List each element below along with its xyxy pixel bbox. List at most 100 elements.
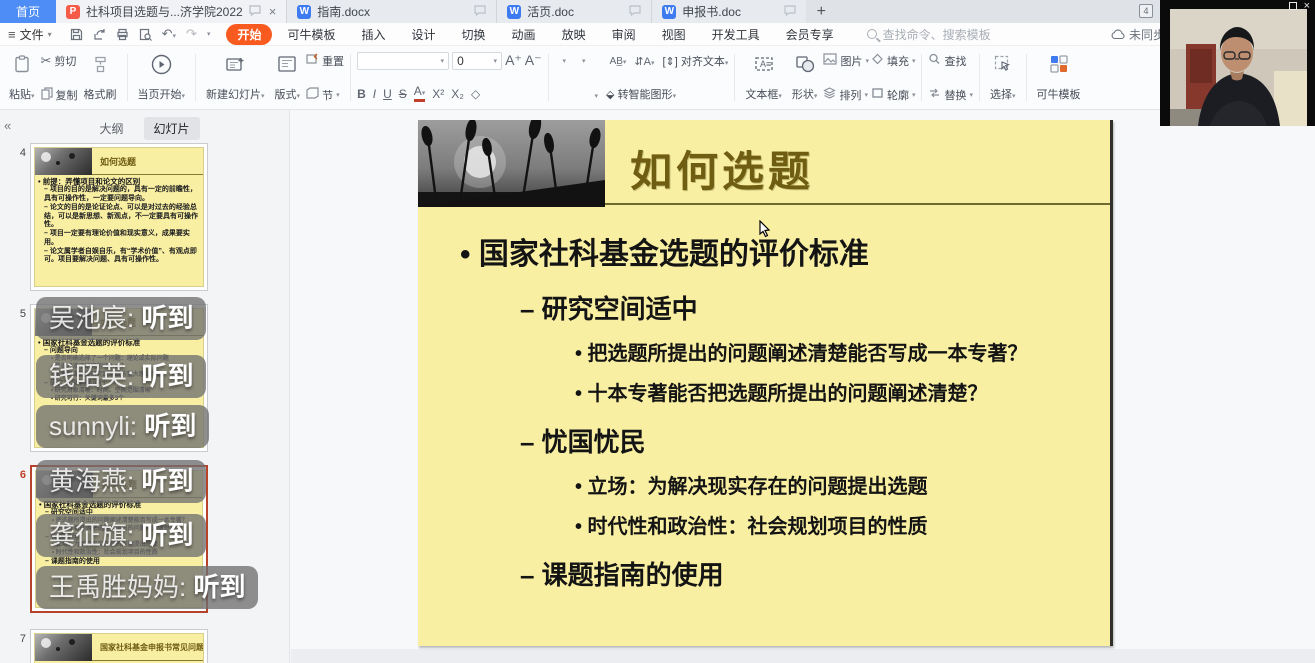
- italic-button[interactable]: I: [373, 87, 376, 101]
- subscript-button[interactable]: X₂: [451, 87, 464, 101]
- export-icon[interactable]: [93, 28, 106, 41]
- select-group: 选择▾: [983, 50, 1023, 105]
- file-menu[interactable]: ≡ 文件 ▾: [0, 26, 60, 43]
- cut-button[interactable]: ✂剪切: [41, 52, 78, 69]
- slide-bullet: • 立场：为解决现实存在的问题提出选题: [575, 470, 1110, 499]
- find-icon: [928, 53, 941, 68]
- menu-item-审阅[interactable]: 审阅: [601, 24, 647, 45]
- menu-item-动画[interactable]: 动画: [501, 24, 547, 45]
- menu-item-放映[interactable]: 放映: [551, 24, 597, 45]
- text-direction-icon[interactable]: AB̲▾: [610, 56, 627, 67]
- shapes-button[interactable]: 形状▾: [788, 50, 822, 105]
- menu-item-插入[interactable]: 插入: [351, 24, 397, 45]
- tab-home[interactable]: 首页: [0, 0, 56, 23]
- comment-icon[interactable]: [474, 5, 486, 19]
- bold-button[interactable]: B: [357, 87, 366, 101]
- scissors-icon: ✂: [41, 53, 52, 69]
- thumbnail-wheat-photo: [35, 148, 92, 175]
- tab-doc-shenbaoshu[interactable]: W 申报书.doc: [651, 0, 806, 23]
- align-text-button[interactable]: [⇕] 对齐文本▾: [663, 53, 729, 69]
- menu-item-可牛模板[interactable]: 可牛模板: [276, 24, 346, 45]
- arrange-button[interactable]: 排列▾: [823, 86, 869, 103]
- picture-button[interactable]: 图片▾: [823, 52, 869, 69]
- paste-button[interactable]: 粘贴▾: [5, 50, 39, 105]
- reset-button[interactable]: 重置: [306, 52, 344, 69]
- copy-icon: [41, 87, 53, 103]
- clear-format-icon[interactable]: ◇: [471, 87, 480, 101]
- tab-list-button[interactable]: 4: [1139, 4, 1153, 18]
- comment-icon[interactable]: [784, 5, 796, 19]
- line-spacing-icon[interactable]: ▾: [595, 87, 599, 101]
- section-button[interactable]: 节▾: [306, 86, 344, 103]
- undo-icon[interactable]: ↶▾: [162, 26, 176, 42]
- chat-message-text: 听到: [141, 303, 193, 333]
- tab-label: 活页.doc: [527, 3, 574, 20]
- slide-number: 5: [12, 308, 26, 320]
- insert-group: A≡ 文本框▾ 形状▾ 图片▾ 排列▾ 填充▾ 轮廓▾: [738, 50, 918, 105]
- tab-label: 社科项目选题与...济学院2022: [86, 3, 243, 20]
- webcam-maximize-icon[interactable]: [1289, 2, 1297, 10]
- fill-button[interactable]: 填充▾: [871, 52, 916, 69]
- font-size-combo[interactable]: 0▾: [452, 52, 502, 70]
- keniu-template-icon: [1049, 53, 1069, 75]
- outline-icon: [871, 87, 884, 102]
- keniu-template-button[interactable]: 可牛模板: [1033, 50, 1085, 105]
- slide-body-text[interactable]: • 国家社科基金选题的评价标准– 研究空间适中• 把选题所提出的问题阐述清楚能否…: [418, 205, 1110, 592]
- menu-item-开始[interactable]: 开始: [226, 24, 272, 45]
- format-painter-button[interactable]: 格式刷: [80, 50, 121, 105]
- slides-group: 新建幻灯片▾ 版式▾ 重置 节▾: [199, 50, 347, 105]
- writer-file-icon: W: [507, 5, 521, 19]
- find-button[interactable]: 查找: [928, 52, 973, 69]
- menu-item-视图[interactable]: 视图: [651, 24, 697, 45]
- customize-toolbar-icon[interactable]: ▾: [207, 30, 211, 38]
- copy-button[interactable]: 复制: [41, 86, 78, 103]
- tab-presentation[interactable]: P 社科项目选题与...济学院2022 ×: [56, 0, 286, 23]
- save-icon[interactable]: [70, 28, 83, 41]
- superscript-button[interactable]: X²: [432, 87, 444, 101]
- slide-bullet: • 国家社科基金选题的评价标准: [460, 229, 1110, 273]
- decrease-font-icon[interactable]: A⁻: [525, 52, 542, 70]
- sync-status[interactable]: 未同步: [1111, 26, 1165, 43]
- layout-button[interactable]: 版式▾: [271, 50, 305, 105]
- thumbnail-text-line: – 论文的目的是论证论点、可以是对过去的经验总结，可以是新思想、新观点，不一定要…: [44, 204, 200, 230]
- replace-button[interactable]: 替换▾: [928, 86, 973, 103]
- tab-doc-huoye[interactable]: W 活页.doc: [496, 0, 651, 23]
- outline-button[interactable]: 轮廓▾: [871, 86, 916, 103]
- menu-item-会员专享[interactable]: 会员专享: [775, 24, 845, 45]
- chat-sender-name: 吴池宸:: [49, 303, 141, 333]
- current-slide[interactable]: 如何选题 • 国家社科基金选题的评价标准– 研究空间适中• 把选题所提出的问题阐…: [418, 120, 1113, 646]
- close-tab-icon[interactable]: ×: [269, 4, 277, 19]
- select-button[interactable]: 选择▾: [986, 50, 1020, 105]
- font-name-combo[interactable]: ▾: [357, 52, 449, 70]
- underline-button[interactable]: U: [383, 87, 392, 101]
- print-icon[interactable]: [116, 28, 129, 41]
- smart-graphic-button[interactable]: ⬙ 转智能图形▾: [606, 86, 676, 102]
- chat-message-text: 听到: [141, 520, 193, 550]
- font-color-button[interactable]: A▾: [414, 86, 426, 102]
- print-preview-icon[interactable]: [139, 28, 152, 41]
- new-tab-button[interactable]: +: [806, 0, 836, 23]
- slide-title[interactable]: 如何选题: [630, 138, 814, 199]
- strikethrough-button[interactable]: S: [399, 87, 407, 101]
- chat-sender-name: 黄海燕:: [49, 466, 141, 496]
- webcam-close-icon[interactable]: ×: [1304, 2, 1310, 10]
- slide-thumbnail-7[interactable]: 国家社科基金申报书常见问题• 题目自拟常见问题：缺少问题导向: [30, 629, 208, 663]
- increase-font-icon[interactable]: A⁺: [505, 52, 522, 70]
- char-spacing-icon[interactable]: ⇵A▾: [634, 55, 654, 68]
- thumbnail-text-line: – 项目的目的是解决问题的，具有一定的前瞻性，具有可操作性，一定要问题导向。: [44, 186, 200, 204]
- thumbnail-title: 如何选题: [100, 155, 136, 168]
- menu-item-切换[interactable]: 切换: [451, 24, 497, 45]
- thumbnail-title: 国家社科基金申报书常见问题: [100, 642, 204, 653]
- slide-thumbnail-4[interactable]: 如何选题• 前提：弄懂项目和论文的区别– 项目的目的是解决问题的，具有一定的前瞻…: [30, 143, 208, 291]
- comment-icon[interactable]: [629, 5, 641, 19]
- menu-item-设计[interactable]: 设计: [401, 24, 447, 45]
- redo-icon[interactable]: ↷: [186, 26, 197, 42]
- webcam-video[interactable]: ×: [1160, 0, 1315, 126]
- comment-icon[interactable]: [249, 5, 261, 19]
- tab-doc-zhinan[interactable]: W 指南.docx: [286, 0, 496, 23]
- menu-item-开发工具[interactable]: 开发工具: [701, 24, 771, 45]
- new-slide-button[interactable]: 新建幻灯片▾: [202, 50, 269, 105]
- play-from-current-button[interactable]: 当页开始▾: [134, 50, 190, 105]
- command-search[interactable]: 查找命令、搜索模板: [867, 26, 991, 43]
- text-box-button[interactable]: A≡ 文本框▾: [741, 50, 786, 105]
